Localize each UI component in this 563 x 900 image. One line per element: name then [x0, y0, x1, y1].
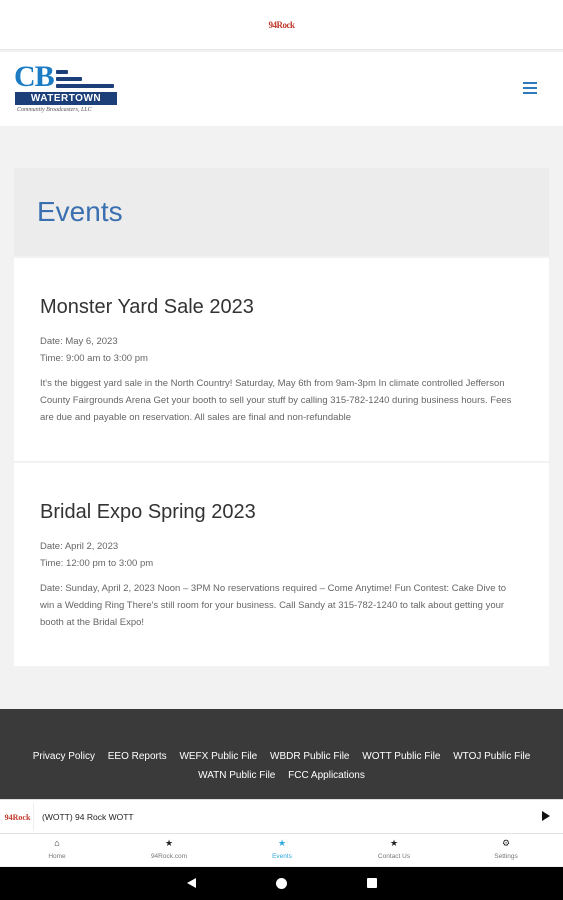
page-title-section: Events — [14, 168, 549, 256]
logo-tagline: Community Broadcasters, LLC — [17, 107, 92, 113]
footer-link-wott-public-file[interactable]: WOTT Public File — [362, 751, 440, 762]
star-icon: ★ — [277, 838, 287, 848]
event-description: Date: Sunday, April 2, 2023 Noon – 3PM N… — [40, 583, 507, 628]
event-time: Time: 12:00 pm to 3:00 pm — [40, 558, 154, 569]
tab-settings[interactable]: ⚙ Settings — [450, 837, 562, 860]
footer-link-eeo-reports[interactable]: EEO Reports — [108, 751, 167, 762]
event-description: It's the biggest yard sale in the North … — [40, 378, 512, 423]
logo-bars — [56, 70, 114, 91]
tab-events[interactable]: ★ Events — [226, 837, 338, 860]
site-header: CB WATERTOWN Community Broadcasters, LLC — [0, 52, 563, 126]
tab-label: 94Rock.com — [150, 853, 188, 860]
logo-letters: CB — [14, 60, 55, 93]
site-logo[interactable]: CB WATERTOWN Community Broadcasters, LLC — [14, 62, 124, 118]
tab-label: Events — [272, 853, 292, 860]
tab-label: Settings — [494, 853, 518, 860]
tab-contact-us[interactable]: ★ Contact Us — [338, 837, 450, 860]
page-title: Events — [37, 196, 123, 227]
event-date: Date: May 6, 2023 — [40, 336, 118, 347]
back-icon[interactable] — [187, 878, 196, 888]
event-title[interactable]: Monster Yard Sale 2023 — [40, 296, 254, 319]
now-playing-title: (WOTT) 94 Rock WOTT — [42, 812, 134, 822]
event-card: Monster Yard Sale 2023 Date: May 6, 2023… — [14, 258, 549, 461]
tab-label: Contact Us — [377, 853, 411, 860]
footer-link-fcc-applications[interactable]: FCC Applications — [288, 770, 365, 781]
hamburger-menu-icon[interactable] — [523, 82, 539, 94]
star-icon: ★ — [164, 838, 174, 848]
event-time: Time: 9:00 am to 3:00 pm — [40, 353, 148, 364]
home-icon: ⌂ — [54, 838, 60, 848]
footer-link-watn-public-file[interactable]: WATN Public File — [198, 770, 275, 781]
footer-links: Privacy Policy EEO Reports WEFX Public F… — [0, 747, 563, 785]
bottom-tab-bar: ⌂ Home ★ 94Rock.com ★ Events ★ Contact U… — [0, 833, 563, 866]
recent-apps-icon[interactable] — [367, 878, 377, 888]
footer-link-privacy-policy[interactable]: Privacy Policy — [33, 751, 95, 762]
tab-home[interactable]: ⌂ Home — [1, 837, 113, 860]
event-card: Bridal Expo Spring 2023 Date: April 2, 2… — [14, 463, 549, 666]
event-meta: Date: April 2, 2023 Time: 12:00 pm to 3:… — [40, 538, 153, 572]
station-thumbnail: 94Rock — [2, 803, 34, 831]
event-date: Date: April 2, 2023 — [40, 541, 119, 552]
gear-icon: ⚙ — [501, 838, 511, 848]
event-meta: Date: May 6, 2023 Time: 9:00 am to 3:00 … — [40, 333, 148, 367]
tab-94rock[interactable]: ★ 94Rock.com — [113, 837, 225, 860]
system-navigation-bar — [0, 867, 563, 900]
audio-player-bar[interactable]: 94Rock (WOTT) 94 Rock WOTT — [0, 799, 563, 833]
site-footer: Privacy Policy EEO Reports WEFX Public F… — [0, 709, 563, 799]
top-bar: 94Rock — [0, 0, 563, 50]
footer-link-wtoj-public-file[interactable]: WTOJ Public File — [453, 751, 530, 762]
footer-link-wbdr-public-file[interactable]: WBDR Public File — [270, 751, 349, 762]
event-title[interactable]: Bridal Expo Spring 2023 — [40, 501, 256, 524]
station-logo: 94Rock — [4, 812, 31, 822]
home-circle-icon[interactable] — [276, 878, 287, 889]
tab-label: Home — [48, 853, 66, 860]
mini-station-logo: 94Rock — [268, 19, 296, 30]
play-icon[interactable] — [542, 811, 550, 821]
footer-link-wefx-public-file[interactable]: WEFX Public File — [179, 751, 257, 762]
star-icon: ★ — [389, 838, 399, 848]
logo-banner: WATERTOWN — [15, 92, 117, 105]
